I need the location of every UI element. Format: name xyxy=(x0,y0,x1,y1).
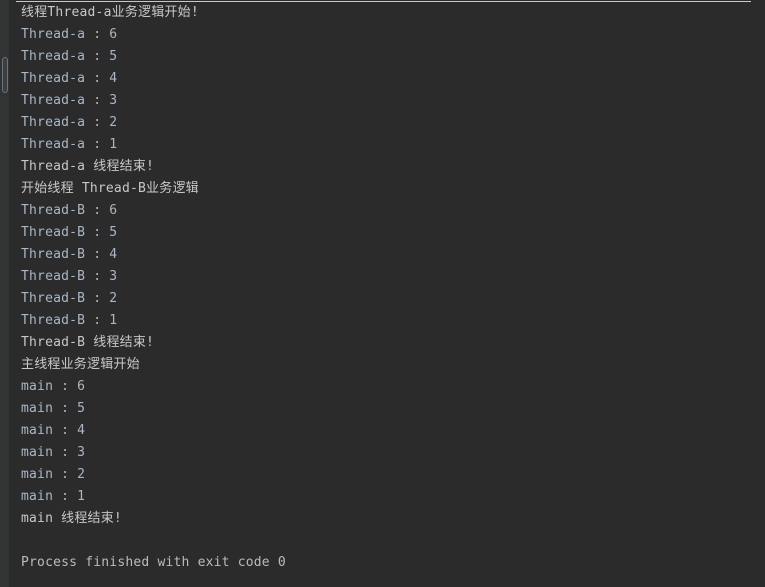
console-line: Thread-B : 4 xyxy=(21,247,118,262)
console-line: Thread-B : 5 xyxy=(21,225,118,240)
console-line: Thread-a : 6 xyxy=(21,27,118,42)
run-console-panel[interactable]: 线程Thread-a业务逻辑开始! Thread-a : 6 Thread-a : … xyxy=(0,0,765,587)
console-line: main : 6 xyxy=(21,379,86,394)
console-line: Thread-a : 5 xyxy=(21,49,118,64)
console-line: Thread-B : 6 xyxy=(21,203,118,218)
console-gutter[interactable] xyxy=(0,0,10,587)
console-line: main : 4 xyxy=(21,423,86,438)
console-line: Thread-B : 2 xyxy=(21,291,118,306)
console-line: 主线程业务逻辑开始 xyxy=(21,357,140,372)
console-line: Thread-a : 2 xyxy=(21,115,118,130)
console-line: main 线程结束! xyxy=(21,511,122,526)
console-line: Thread-a : 4 xyxy=(21,71,118,86)
console-line: main : 1 xyxy=(21,489,86,504)
console-line: main : 3 xyxy=(21,445,86,460)
console-line: main : 5 xyxy=(21,401,86,416)
console-line: Process finished with exit code 0 xyxy=(21,555,286,570)
console-line: Thread-a 线程结束! xyxy=(21,159,155,174)
console-output-text[interactable]: 线程Thread-a业务逻辑开始! Thread-a : 6 Thread-a : … xyxy=(21,2,765,587)
gutter-scroll-handle[interactable] xyxy=(2,57,8,93)
console-line: 线程Thread-a业务逻辑开始! xyxy=(21,5,199,20)
console-line: Thread-B : 1 xyxy=(21,313,118,328)
console-line: Thread-B 线程结束! xyxy=(21,335,155,350)
console-line: 开始线程 Thread-B业务逻辑 xyxy=(21,181,199,196)
console-line: Thread-B : 3 xyxy=(21,269,118,284)
console-line: Thread-a : 1 xyxy=(21,137,118,152)
console-line: Thread-a : 3 xyxy=(21,93,118,108)
console-line: main : 2 xyxy=(21,467,86,482)
